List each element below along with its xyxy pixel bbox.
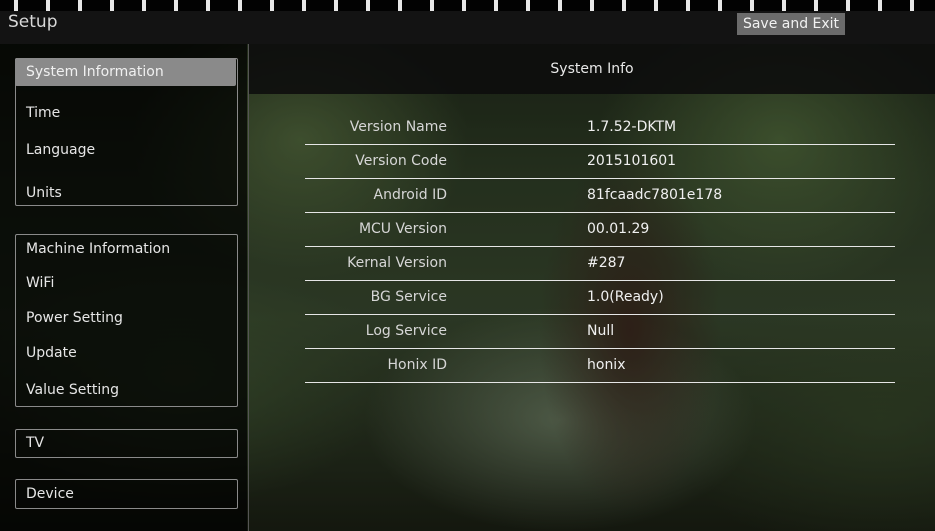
sidebar-group-machine: Machine Information WiFi Power Setting U… <box>15 234 238 407</box>
sidebar-divider <box>248 44 249 531</box>
info-value: 00.01.29 <box>587 221 650 237</box>
sidebar-group-general: System Information Time Language Units <box>15 58 238 206</box>
info-row-honix-id: Honix ID honix <box>305 348 895 383</box>
info-row-bg-service: BG Service 1.0(Ready) <box>305 280 895 315</box>
panel-title: System Info <box>550 61 634 77</box>
sidebar-item-power-setting[interactable]: Power Setting <box>26 310 123 326</box>
info-row-log-service: Log Service Null <box>305 314 895 349</box>
save-and-exit-button[interactable]: Save and Exit <box>737 13 845 35</box>
info-label: Version Code <box>355 153 447 169</box>
sidebar-item-machine-information[interactable]: Machine Information <box>26 241 170 257</box>
top-bar: Setup Save and Exit <box>0 0 935 44</box>
info-value: 1.7.52-DKTM <box>587 119 677 135</box>
info-label: Version Name <box>349 119 447 135</box>
app-title: Setup <box>8 12 58 32</box>
sidebar-item-time[interactable]: Time <box>26 105 60 121</box>
info-label: Kernal Version <box>347 255 447 271</box>
sidebar-item-wifi[interactable]: WiFi <box>26 275 54 291</box>
info-label: MCU Version <box>358 221 447 237</box>
sidebar-item-value-setting[interactable]: Value Setting <box>26 382 119 398</box>
sidebar-item-system-information[interactable]: System Information <box>15 58 236 86</box>
info-label: Log Service <box>365 323 447 339</box>
info-label: Android ID <box>373 187 448 203</box>
sidebar-group-tv: TV <box>15 429 238 458</box>
info-value: #287 <box>587 255 626 271</box>
info-value: honix <box>587 357 626 373</box>
sidebar-item-units[interactable]: Units <box>26 185 62 201</box>
sidebar-item-update[interactable]: Update <box>26 345 77 361</box>
info-value: 2015101601 <box>587 153 677 169</box>
info-row-version-code: Version Code 2015101601 <box>305 144 895 179</box>
info-label: Honix ID <box>387 357 448 373</box>
info-row-kernal-version: Kernal Version #287 <box>305 246 895 281</box>
sidebar-item-language[interactable]: Language <box>26 142 95 158</box>
sidebar: System Information Time Language Units M… <box>0 44 247 531</box>
info-value: 1.0(Ready) <box>587 289 664 305</box>
sidebar-item-device[interactable]: Device <box>26 486 74 502</box>
sidebar-item-tv[interactable]: TV <box>26 435 44 451</box>
top-stripe-artifact <box>0 0 935 11</box>
sidebar-group-device: Device <box>15 479 238 509</box>
info-label: BG Service <box>370 289 447 305</box>
info-value: 81fcaadc7801e178 <box>587 187 723 203</box>
panel-header: System Info <box>249 44 935 94</box>
info-row-android-id: Android ID 81fcaadc7801e178 <box>305 178 895 213</box>
info-row-mcu-version: MCU Version 00.01.29 <box>305 212 895 247</box>
info-row-version-name: Version Name 1.7.52-DKTM <box>305 110 895 145</box>
info-value: Null <box>587 323 615 339</box>
